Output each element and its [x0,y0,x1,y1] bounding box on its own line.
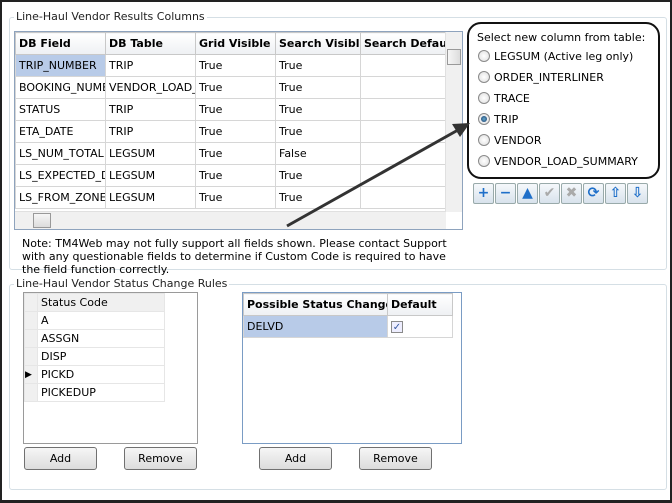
row-header[interactable] [24,311,38,330]
default-header: Default [387,293,453,316]
current-row-icon: ▶ [25,369,32,380]
add-status-code-button[interactable]: Add [24,447,97,470]
default-checkbox[interactable]: ✓ [391,321,403,333]
status-rules-title: Line-Haul Vendor Status Change Rules [14,277,230,290]
status-code-row[interactable]: A [24,311,165,330]
remove-status-change-button[interactable]: Remove [359,447,432,470]
status-code-cell[interactable]: DISP [37,347,165,366]
status-code-cell[interactable]: PICKEDUP [37,383,165,402]
status-code-grid[interactable]: Status Code A ASSGN DISP ▶ PICKD PICKEDUP [23,292,198,444]
row-header[interactable] [24,383,38,402]
row-header-corner [24,293,38,312]
status-code-cell[interactable]: ASSGN [37,329,165,348]
row-header[interactable]: ▶ [24,365,38,384]
add-status-change-button[interactable]: Add [259,447,332,470]
remove-status-code-button[interactable]: Remove [124,447,197,470]
status-change-grid[interactable]: Possible Status Change Default DELVD ✓ [242,292,462,444]
status-code-header: Status Code [37,293,165,312]
status-code-row[interactable]: DISP [24,347,165,366]
row-header[interactable] [24,347,38,366]
status-code-row[interactable]: ASSGN [24,329,165,348]
status-change-cell[interactable]: DELVD [243,315,388,338]
row-header[interactable] [24,329,38,348]
status-code-row[interactable]: ▶ PICKD [24,365,165,384]
possible-status-header: Possible Status Change [243,293,388,316]
status-code-row[interactable]: PICKEDUP [24,383,165,402]
status-code-cell[interactable]: A [37,311,165,330]
support-note: Note: TM4Web may not fully support all f… [22,237,447,276]
status-code-cell[interactable]: PICKD [37,365,165,384]
default-cell[interactable]: ✓ [387,315,453,338]
status-change-row[interactable]: DELVD ✓ [243,315,453,338]
